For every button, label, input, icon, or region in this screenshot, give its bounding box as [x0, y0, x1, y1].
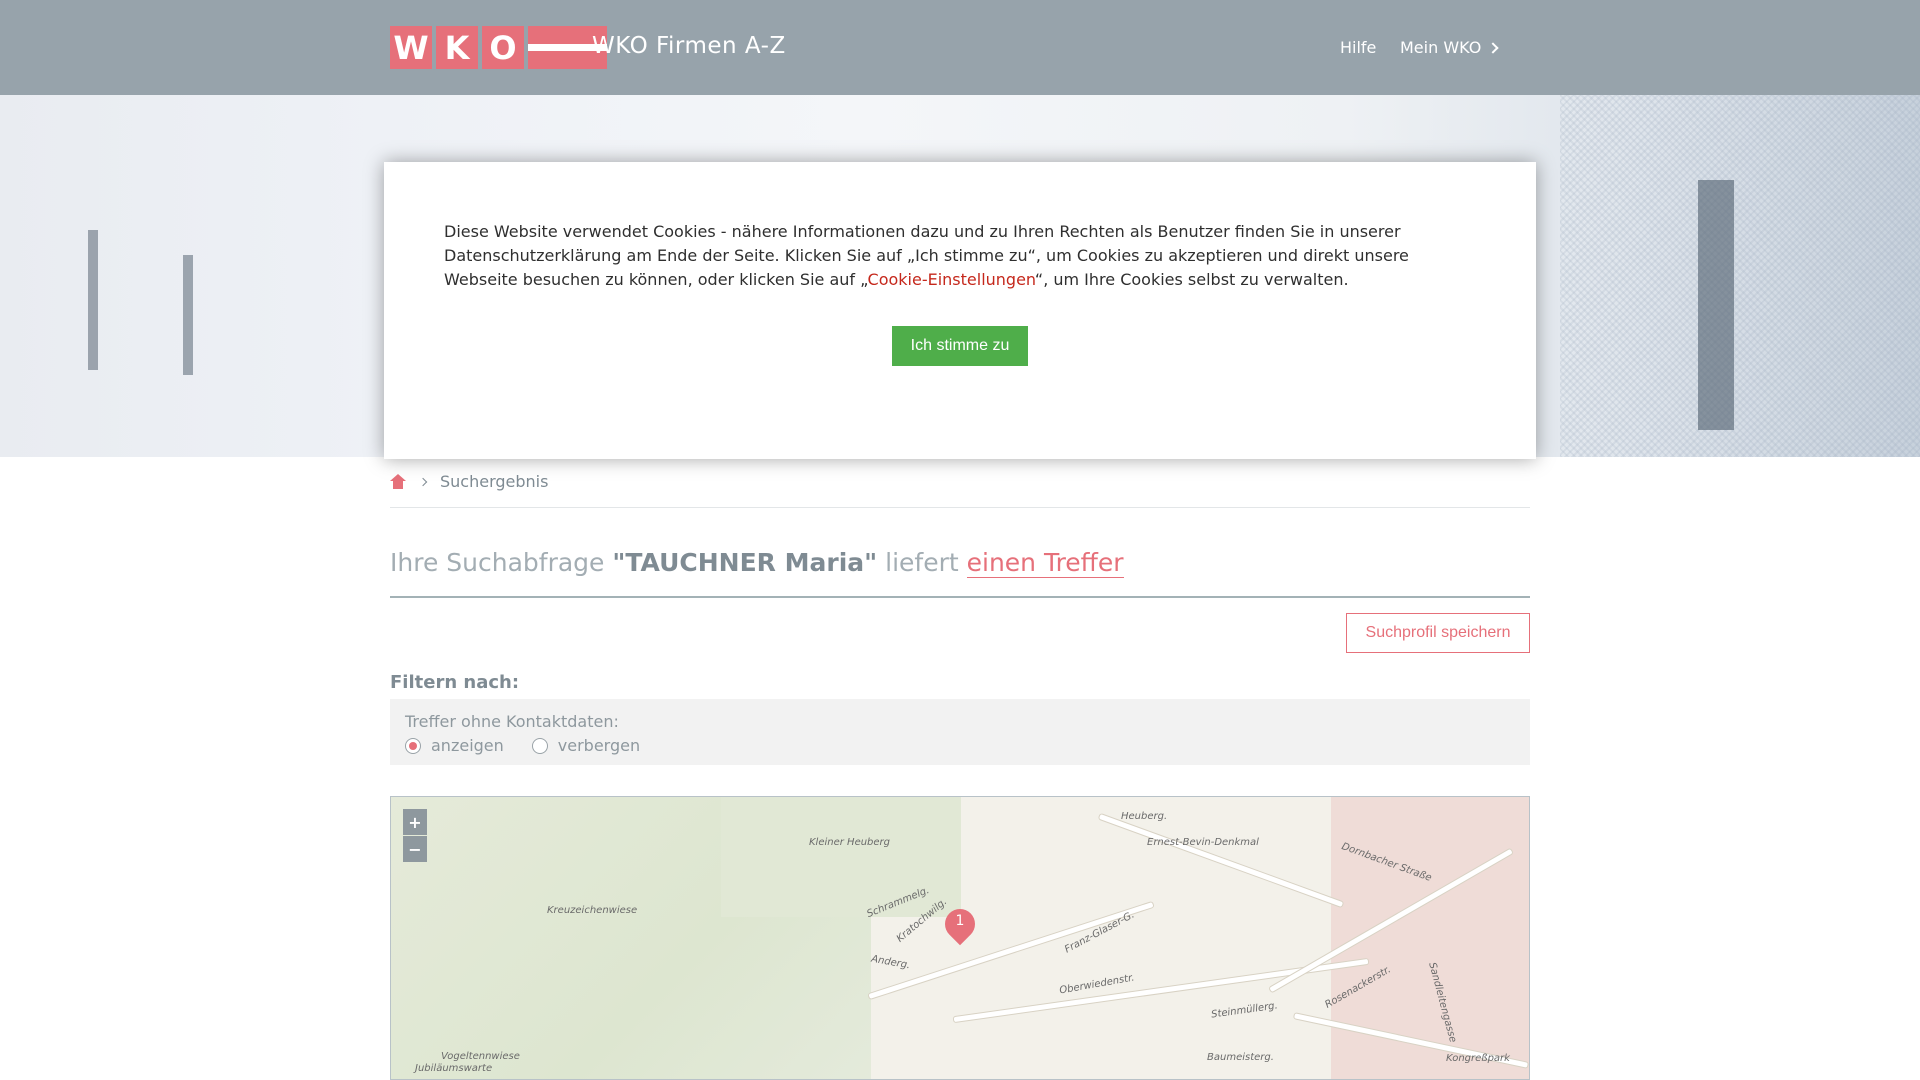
nav-help-link[interactable]: Hilfe — [1340, 38, 1376, 57]
divider — [390, 507, 1530, 508]
zoom-in-button[interactable]: + — [403, 809, 427, 835]
map-label: Kongreßpark — [1446, 1053, 1510, 1064]
results-map[interactable]: Kreuzeichenwiese Kleiner Heuberg Heuberg… — [390, 796, 1530, 1080]
filter-panel: Treffer ohne Kontaktdaten: anzeigen verb… — [390, 699, 1530, 765]
hero-decoration — [183, 255, 193, 375]
logo-letter: O — [482, 26, 524, 69]
divider — [390, 596, 1530, 598]
filter-caption: Treffer ohne Kontaktdaten: — [405, 712, 619, 731]
radio-hide[interactable]: verbergen — [531, 736, 641, 755]
map-forest-area — [721, 797, 961, 917]
map-street — [1097, 812, 1345, 909]
map-label: Ernest-Bevin-Denkmal — [1147, 837, 1259, 848]
cookie-settings-link[interactable]: Cookie-Einstellungen — [868, 270, 1035, 289]
save-search-profile-button[interactable]: Suchprofil speichern — [1346, 613, 1530, 653]
map-label: Jubiläumswarte — [415, 1063, 493, 1074]
nav-my-wko-link[interactable]: Mein WKO — [1400, 38, 1500, 57]
map-label: Kleiner Heuberg — [809, 837, 891, 848]
hero-mesh — [1560, 95, 1920, 457]
cookie-text-end: “, um Ihre Cookies selbst zu verwalten. — [1034, 270, 1349, 289]
result-middle: liefert — [885, 548, 959, 577]
cookie-consent-text: Diese Website verwendet Cookies - nähere… — [444, 220, 1474, 292]
cookie-consent-dialog: Diese Website verwendet Cookies - nähere… — [384, 162, 1536, 459]
map-marker-label: 1 — [955, 913, 965, 929]
hero-decoration — [88, 230, 98, 370]
wko-logo[interactable]: W K O — [390, 26, 607, 69]
map-zoom-controls: + − — [403, 809, 427, 862]
home-icon[interactable] — [390, 474, 406, 489]
logo-letter: K — [436, 26, 478, 69]
result-heading: Ihre Suchabfrage "TAUCHNER Maria" liefer… — [390, 548, 1124, 578]
radio-unchecked-icon[interactable] — [531, 737, 548, 754]
map-label: Heuberg. — [1121, 811, 1168, 822]
map-label: Kreuzeichenwiese — [547, 905, 638, 916]
accept-cookies-button[interactable]: Ich stimme zu — [892, 326, 1028, 366]
radio-show[interactable]: anzeigen — [405, 736, 504, 755]
radio-label: anzeigen — [431, 736, 504, 755]
contact-filter-radio-group: anzeigen verbergen — [405, 736, 640, 755]
map-label: Steinmüllerg. — [1210, 1000, 1279, 1021]
radio-label: verbergen — [557, 736, 641, 755]
result-prefix: Ihre Suchabfrage — [390, 548, 605, 577]
zoom-out-button[interactable]: − — [403, 836, 427, 862]
map-label: Anderg. — [870, 953, 911, 972]
hero-device — [1698, 180, 1734, 430]
chevron-right-icon — [1487, 41, 1500, 54]
map-label: Vogeltennwiese — [441, 1051, 520, 1062]
logo-letter: W — [390, 26, 432, 69]
chevron-right-icon — [418, 477, 428, 486]
radio-checked-icon[interactable] — [405, 737, 421, 754]
breadcrumb-current: Suchergebnis — [440, 472, 549, 491]
map-label: Baumeisterg. — [1207, 1052, 1274, 1063]
nav-my-wko-label: Mein WKO — [1400, 38, 1482, 57]
result-query: "TAUCHNER Maria" — [612, 548, 878, 577]
result-hit-count-link[interactable]: einen Treffer — [966, 548, 1124, 578]
filter-heading: Filtern nach: — [390, 672, 520, 693]
top-header: W K O WKO Firmen A-Z Hilfe Mein WKO — [0, 0, 1920, 95]
site-title[interactable]: WKO Firmen A-Z — [592, 33, 786, 59]
breadcrumb: Suchergebnis — [390, 472, 548, 491]
